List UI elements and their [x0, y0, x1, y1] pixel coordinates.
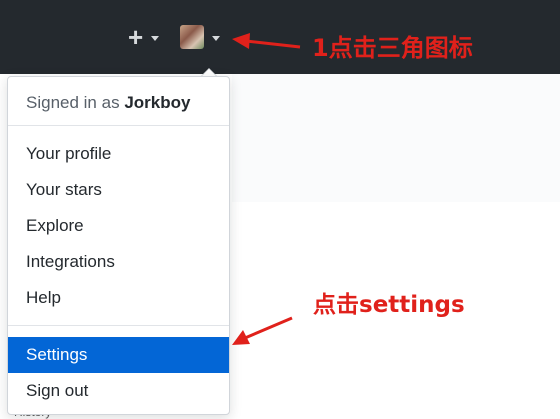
annotation-arrow-1	[232, 33, 301, 49]
annotation-arrow-2	[232, 316, 293, 345]
annotation-step2: 点击settings	[313, 292, 465, 318]
annotation-arrows	[232, 33, 301, 345]
annotation-step1: 1点击三角图标	[312, 34, 473, 62]
